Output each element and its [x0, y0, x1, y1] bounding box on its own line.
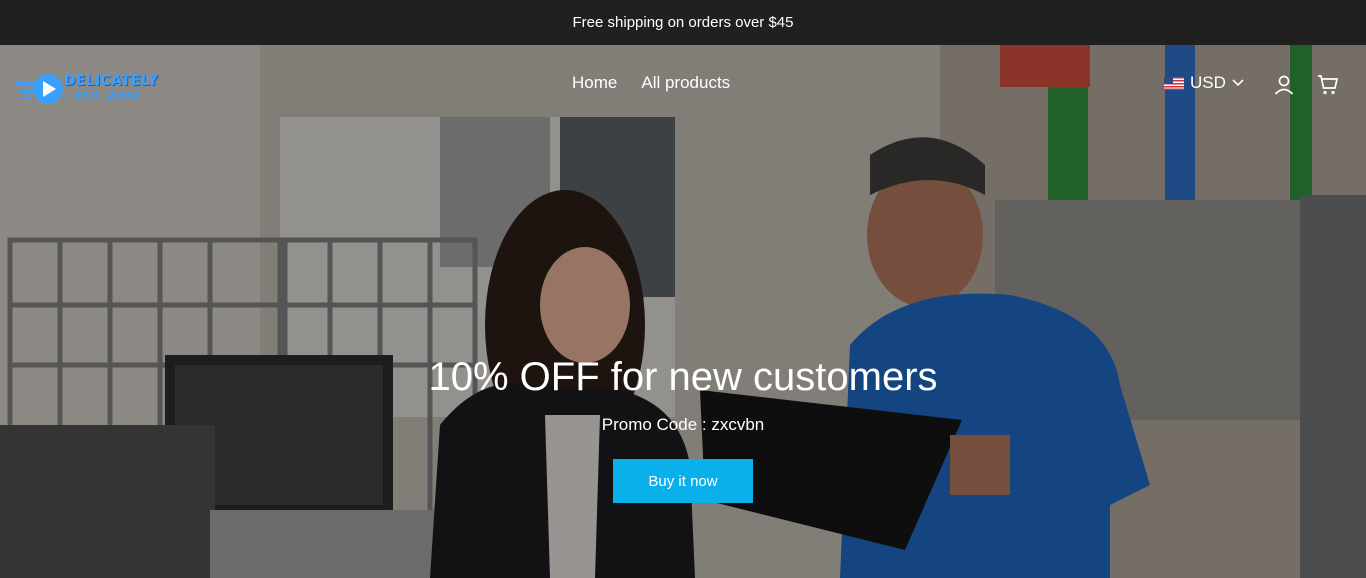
hero-banner: DELICATELY - EST. 2000 - Home All produc… [0, 45, 1366, 578]
announcement-bar: Free shipping on orders over $45 [0, 0, 1366, 45]
us-flag-icon [1164, 76, 1184, 90]
promo-code-text: Promo Code : zxcvbn [601, 415, 765, 434]
site-header: DELICATELY - EST. 2000 - Home All produc… [0, 45, 1366, 125]
brand-logo[interactable]: DELICATELY - EST. 2000 - [16, 63, 171, 109]
buy-it-now-button[interactable]: Buy it now [613, 459, 753, 503]
currency-selector[interactable]: USD [1164, 73, 1244, 93]
currency-label: USD [1190, 73, 1226, 92]
cart-icon [1318, 75, 1339, 95]
brand-tagline: - EST. 2000 - [66, 89, 150, 102]
user-icon [1274, 75, 1294, 95]
account-button[interactable] [1272, 73, 1296, 97]
chevron-down-icon [1232, 79, 1244, 87]
cart-button[interactable] [1316, 73, 1340, 97]
main-nav: Home All products [572, 73, 730, 93]
play-logo-icon [16, 74, 63, 104]
hero-title: 10% OFF for new customers [428, 355, 938, 399]
brand-name: DELICATELY [64, 73, 159, 89]
nav-link-home[interactable]: Home [572, 73, 617, 93]
announcement-text: Free shipping on orders over $45 [572, 14, 794, 31]
nav-link-all-products[interactable]: All products [641, 73, 730, 93]
